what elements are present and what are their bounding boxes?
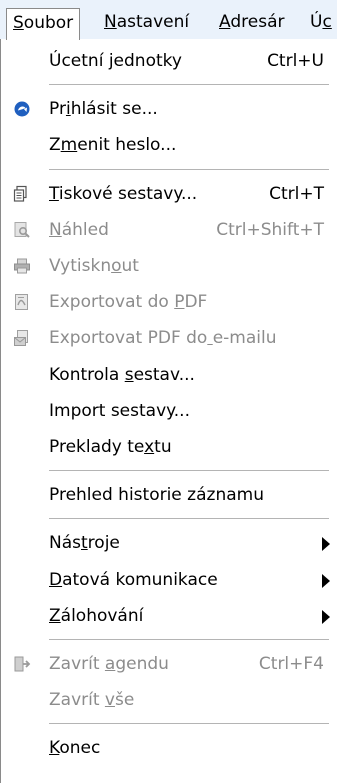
menu-item-label: Zavrít vše: [49, 690, 135, 711]
menu-separator: [49, 84, 329, 87]
menu-item-shortcut: Ctrl+Shift+T: [216, 219, 324, 240]
menu-nastaveni[interactable]: Nastavení: [98, 8, 195, 40]
menu-item-shortcut: Ctrl+T: [269, 183, 324, 204]
menu-item-prehled-historie-zaznamu[interactable]: Prehled historie záznamu: [1, 477, 337, 513]
menu-item-ucetni-jednotky[interactable]: Úcetní jednotky Ctrl+U: [1, 43, 337, 79]
menu-item-label: Nástroje: [49, 533, 120, 554]
menu-item-label: Exportovat do PDF: [49, 292, 208, 313]
menu-item-label: Datová komunikace: [49, 569, 218, 590]
menu-item-label: Konec: [49, 738, 101, 759]
menu-item-zavrit-agendu[interactable]: Zavrít agendu Ctrl+F4: [1, 646, 337, 682]
menu-item-label: Zmenit heslo...: [49, 135, 177, 156]
menu-item-zalohovani[interactable]: Zálohování: [1, 598, 337, 634]
submenu-arrow-icon: [322, 573, 330, 588]
menu-item-tiskove-sestavy[interactable]: Tiskové sestavy... Ctrl+T: [1, 176, 337, 212]
menu-item-exportovat-do-pdf[interactable]: Exportovat do PDF: [1, 284, 337, 320]
menu-ucetnictvi[interactable]: Úc: [304, 8, 337, 40]
menu-bar: Soubor Nastavení Adresár Úc: [0, 0, 337, 40]
menu-item-nastroje[interactable]: Nástroje: [1, 525, 337, 561]
menu-item-label: Úcetní jednotky: [49, 51, 182, 71]
printer-icon: [13, 257, 31, 275]
menu-item-label: Kontrola sestav...: [49, 364, 195, 385]
menu-item-label: Zavrít agendu: [49, 654, 169, 674]
menu-item-nahled[interactable]: Náhled Ctrl+Shift+T: [1, 212, 337, 248]
soubor-dropdown-menu: Úcetní jednotky Ctrl+U Prihlásit se... Zmen…: [0, 39, 337, 783]
menu-item-label: Preklady textu: [49, 437, 172, 457]
menu-item-vytisknout[interactable]: Vytisknout: [1, 248, 337, 284]
menu-item-exportovat-pdf-do-e-mailu[interactable]: Exportovat PDF do e-mailu: [1, 320, 337, 356]
menu-item-label: Prihlásit se...: [49, 99, 158, 120]
menu-adresar[interactable]: Adresár: [213, 8, 290, 40]
menu-soubor[interactable]: Soubor: [6, 8, 81, 40]
menu-separator: [49, 470, 329, 473]
menu-item-shortcut: Ctrl+U: [267, 51, 324, 71]
menu-item-kontrola-sestav[interactable]: Kontrola sestav...: [1, 357, 337, 393]
preview-icon: [13, 221, 31, 239]
menu-item-prihlasit-se[interactable]: Prihlásit se...: [1, 91, 337, 127]
app-window: Soubor Nastavení Adresár Úc Úcetní jedno…: [0, 0, 337, 783]
menu-separator: [49, 518, 329, 521]
menu-item-label: Prehled historie záznamu: [49, 485, 264, 506]
menu-item-shortcut: Ctrl+F4: [258, 654, 324, 674]
pdf-export-icon: [13, 293, 31, 311]
menu-item-import-sestavy[interactable]: Import sestavy...: [1, 393, 337, 429]
menu-item-preklady-textu[interactable]: Preklady textu: [1, 429, 337, 465]
menu-item-label: Tiskové sestavy...: [49, 183, 198, 204]
menu-item-label: Náhled: [49, 219, 109, 240]
menu-item-zavrit-vse[interactable]: Zavrít vše: [1, 682, 337, 718]
menu-item-label: Import sestavy...: [49, 400, 190, 421]
login-icon: [13, 100, 31, 118]
menu-item-label: Exportovat PDF do e-mailu: [49, 328, 277, 349]
menu-item-datova-komunikace[interactable]: Datová komunikace: [1, 562, 337, 598]
submenu-arrow-icon: [322, 609, 330, 624]
menu-separator: [49, 168, 329, 171]
menu-separator: [49, 723, 329, 726]
menu-item-label: Vytisknout: [49, 256, 139, 276]
close-agenda-icon: [13, 655, 31, 673]
menu-item-konec[interactable]: Konec: [1, 730, 337, 766]
submenu-arrow-icon: [322, 537, 330, 552]
menu-separator: [49, 639, 329, 641]
menu-item-zmenit-heslo[interactable]: Zmenit heslo...: [1, 127, 337, 163]
pdf-email-icon: [13, 329, 31, 347]
menu-item-label: Zálohování: [49, 605, 144, 626]
print-reports-icon: [13, 185, 31, 203]
